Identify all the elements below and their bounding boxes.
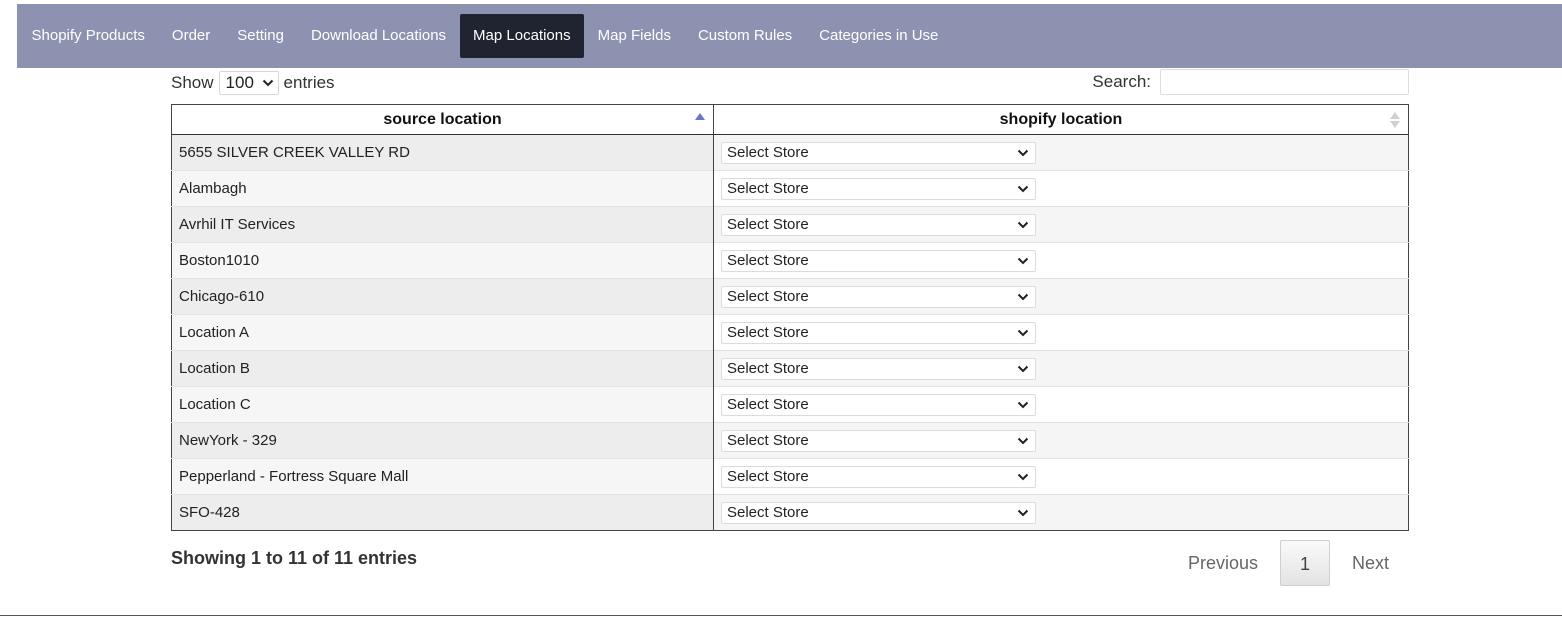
sort-asc-icon — [695, 113, 705, 120]
chevron-down-icon — [1017, 509, 1029, 516]
store-select[interactable]: Select Store — [721, 177, 1036, 200]
table-row: SFO-428 Select Store — [171, 494, 1409, 531]
source-location-cell: 5655 SILVER CREEK VALLEY RD — [171, 134, 714, 171]
search-label: Search: — [1092, 72, 1151, 91]
nav-map-locations[interactable]: Map Locations — [459, 14, 585, 58]
search-input[interactable] — [1160, 69, 1409, 95]
chevron-down-icon — [1017, 293, 1029, 300]
table-row: Location C Select Store — [171, 386, 1409, 423]
store-select-value: Select Store — [727, 180, 809, 197]
table-row: Pepperland - Fortress Square Mall Select… — [171, 458, 1409, 495]
page-length-value: 100 — [225, 73, 254, 92]
table-row: Alambagh Select Store — [171, 170, 1409, 207]
locations-table: source location shopify location 5655 SI… — [171, 104, 1409, 531]
next-button[interactable]: Next — [1332, 540, 1409, 586]
store-select[interactable]: Select Store — [721, 213, 1036, 236]
store-select-value: Select Store — [727, 288, 809, 305]
chevron-down-icon — [262, 79, 273, 87]
chevron-down-icon — [1017, 365, 1029, 372]
store-select-value: Select Store — [727, 432, 809, 449]
sort-both-icon — [1390, 112, 1400, 128]
table-row: Location A Select Store — [171, 314, 1409, 351]
shopify-location-header[interactable]: shopify location — [713, 104, 1409, 135]
chevron-down-icon — [1017, 437, 1029, 444]
nav-order[interactable]: Order — [158, 14, 223, 58]
table-row: NewYork - 329 Select Store — [171, 422, 1409, 459]
chevron-down-icon — [1017, 149, 1029, 156]
shopify-location-cell: Select Store — [713, 458, 1409, 495]
store-select[interactable]: Select Store — [721, 321, 1036, 344]
source-location-cell: Location B — [171, 350, 714, 387]
entries-label: entries — [283, 73, 335, 92]
store-select[interactable]: Select Store — [721, 249, 1036, 272]
pagination: Previous 1 Next — [1168, 540, 1409, 586]
chevron-down-icon — [1017, 185, 1029, 192]
source-location-cell: Boston1010 — [171, 242, 714, 279]
store-select-value: Select Store — [727, 324, 809, 341]
store-select[interactable]: Select Store — [721, 357, 1036, 380]
source-location-cell: Chicago-610 — [171, 278, 714, 315]
shopify-location-cell: Select Store — [713, 278, 1409, 315]
store-select[interactable]: Select Store — [721, 141, 1036, 164]
nav-map-fields[interactable]: Map Fields — [584, 14, 684, 58]
shopify-location-cell: Select Store — [713, 494, 1409, 531]
page-length-control: Show 100 entries — [171, 71, 335, 95]
chevron-down-icon — [1017, 401, 1029, 408]
shopify-location-cell: Select Store — [713, 206, 1409, 243]
shopify-location-header-label: shopify location — [999, 110, 1123, 128]
source-location-cell: Location C — [171, 386, 714, 423]
nav-categories-in-use[interactable]: Categories in Use — [806, 14, 952, 58]
table-controls: Show 100 entries Search: — [171, 69, 1409, 97]
page-length-select[interactable]: 100 — [218, 71, 279, 95]
top-nav-bar: Shopify Products Order Setting Download … — [17, 4, 1562, 68]
shopify-location-cell: Select Store — [713, 386, 1409, 423]
source-location-cell: Avrhil IT Services — [171, 206, 714, 243]
store-select-value: Select Store — [727, 468, 809, 485]
table-row: Location B Select Store — [171, 350, 1409, 387]
chevron-down-icon — [1017, 473, 1029, 480]
source-location-header[interactable]: source location — [171, 104, 714, 135]
shopify-location-cell: Select Store — [713, 350, 1409, 387]
store-select-value: Select Store — [727, 252, 809, 269]
source-location-cell: Pepperland - Fortress Square Mall — [171, 458, 714, 495]
nav-download-locations[interactable]: Download Locations — [297, 14, 459, 58]
nav-custom-rules[interactable]: Custom Rules — [684, 14, 805, 58]
store-select-value: Select Store — [727, 504, 809, 521]
source-location-cell: Location A — [171, 314, 714, 351]
table-info: Showing 1 to 11 of 11 entries — [171, 548, 418, 568]
shopify-location-cell: Select Store — [713, 314, 1409, 351]
nav-setting[interactable]: Setting — [224, 14, 298, 58]
store-select[interactable]: Select Store — [721, 429, 1036, 452]
search-control: Search: — [1092, 69, 1409, 95]
source-location-header-label: source location — [383, 110, 502, 128]
store-select[interactable]: Select Store — [721, 465, 1036, 488]
store-select[interactable]: Select Store — [721, 501, 1036, 524]
bottom-divider — [0, 615, 1562, 616]
table-row: Chicago-610 Select Store — [171, 278, 1409, 315]
store-select-value: Select Store — [727, 216, 809, 233]
store-select[interactable]: Select Store — [721, 393, 1036, 416]
store-select-value: Select Store — [727, 144, 809, 161]
previous-button[interactable]: Previous — [1168, 540, 1278, 586]
source-location-cell: NewYork - 329 — [171, 422, 714, 459]
chevron-down-icon — [1017, 257, 1029, 264]
table-header-row: source location shopify location — [171, 104, 1409, 135]
store-select[interactable]: Select Store — [721, 285, 1036, 308]
shopify-location-cell: Select Store — [713, 134, 1409, 171]
show-label: Show — [171, 73, 214, 92]
store-select-value: Select Store — [727, 396, 809, 413]
chevron-down-icon — [1017, 329, 1029, 336]
table-row: Boston1010 Select Store — [171, 242, 1409, 279]
shopify-location-cell: Select Store — [713, 242, 1409, 279]
source-location-cell: SFO-428 — [171, 494, 714, 531]
chevron-down-icon — [1017, 221, 1029, 228]
shopify-location-cell: Select Store — [713, 170, 1409, 207]
source-location-cell: Alambagh — [171, 170, 714, 207]
store-select-value: Select Store — [727, 360, 809, 377]
table-row: 5655 SILVER CREEK VALLEY RD Select Store — [171, 134, 1409, 171]
page-1-button[interactable]: 1 — [1279, 540, 1330, 586]
table-row: Avrhil IT Services Select Store — [171, 206, 1409, 243]
nav-shopify-products[interactable]: Shopify Products — [18, 14, 158, 58]
shopify-location-cell: Select Store — [713, 422, 1409, 459]
